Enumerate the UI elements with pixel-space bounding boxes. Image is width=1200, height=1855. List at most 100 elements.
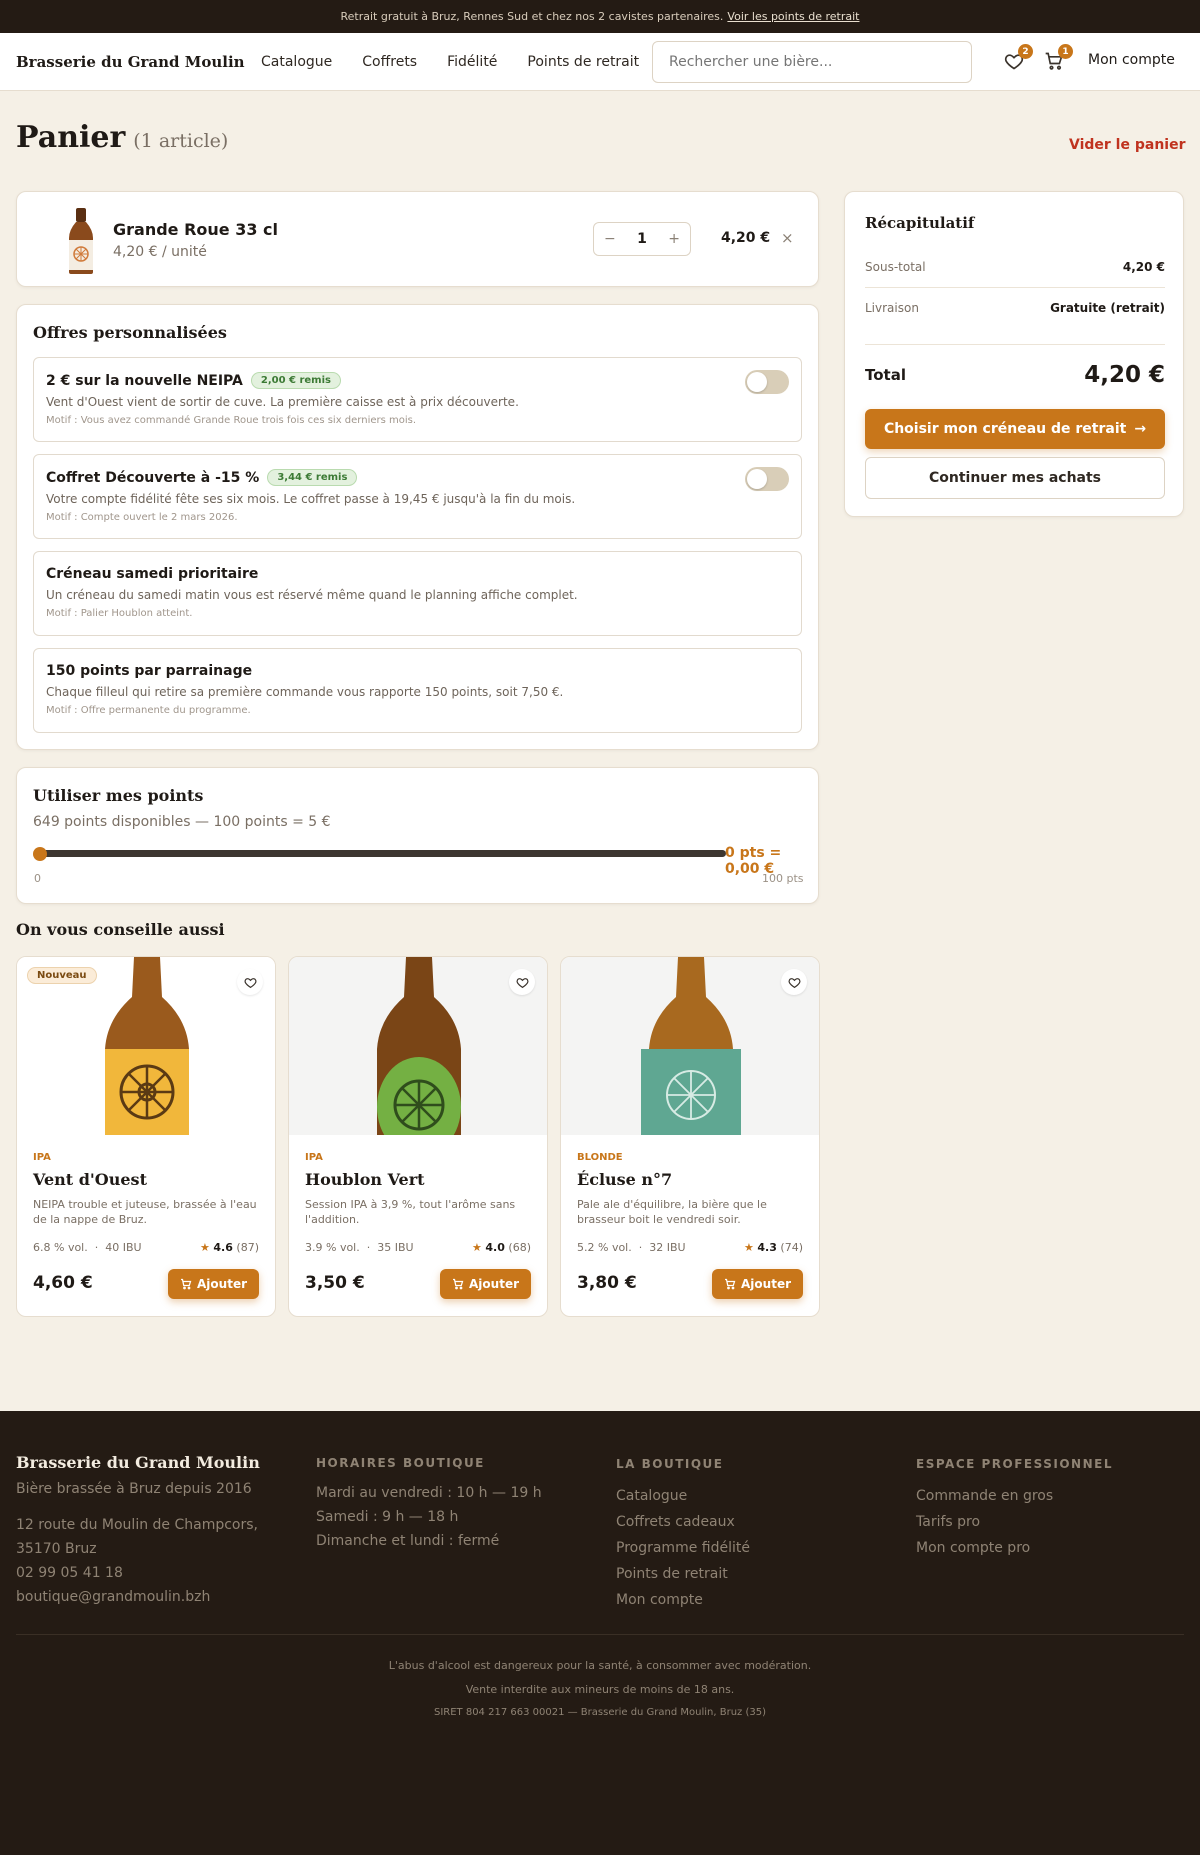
loyalty-points-card: Utiliser mes points 649 points disponibl…: [16, 767, 819, 904]
pickup-points-link[interactable]: Voir les points de retrait: [727, 10, 859, 23]
product-card[interactable]: Nouveau IPA Vent d'Ouest NEIPA trouble e…: [16, 956, 276, 1317]
points-title: Utiliser mes points: [33, 786, 204, 805]
add-to-cart-button[interactable]: Ajouter: [168, 1269, 259, 1299]
add-label: Ajouter: [197, 1277, 247, 1291]
review-count: (74): [780, 1241, 803, 1254]
footer-link-wholesale[interactable]: Commande en gros: [916, 1483, 1186, 1509]
offers-title: Offres personnalisées: [33, 323, 227, 342]
wishlist-toggle[interactable]: [509, 969, 535, 995]
offer-motif: Motif : Vous avez commandé Grande Roue t…: [46, 415, 417, 426]
product-abv: 3.9 % vol.: [305, 1241, 360, 1254]
wishlist-count-badge: 2: [1018, 44, 1033, 59]
footer-brand: Brasserie du Grand Moulin: [16, 1453, 260, 1472]
cart-item-card: Grande Roue 33 cl 4,20 € / unité − 1 + 4…: [16, 191, 819, 287]
subtotal-row: Sous-total 4,20 €: [865, 260, 1165, 274]
remove-item-icon[interactable]: ×: [781, 229, 794, 247]
add-to-cart-button[interactable]: Ajouter: [440, 1269, 531, 1299]
slider-min-label: 0: [34, 872, 41, 885]
product-name[interactable]: Vent d'Ouest: [33, 1170, 147, 1189]
footer-tagline: Bière brassée à Bruz depuis 2016: [16, 1481, 252, 1497]
quantity-value[interactable]: 1: [637, 231, 647, 247]
offer-title: 2 € sur la nouvelle NEIPA: [46, 372, 243, 389]
wishlist-toggle[interactable]: [237, 969, 263, 995]
points-slider-track[interactable]: [36, 850, 726, 857]
nav-catalogue[interactable]: Catalogue: [261, 54, 332, 70]
offer-description: Vent d'Ouest vient de sortir de cuve. La…: [46, 395, 519, 409]
product-abv: 5.2 % vol.: [577, 1241, 632, 1254]
announcement-text: Retrait gratuit à Bruz, Rennes Sud et ch…: [340, 10, 724, 23]
footer-link-points-retrait[interactable]: Points de retrait: [616, 1561, 886, 1587]
quantity-stepper: − 1 +: [593, 222, 691, 256]
star-icon: ★: [200, 1241, 210, 1254]
nav-points-retrait[interactable]: Points de retrait: [527, 54, 639, 70]
subtotal-label: Sous-total: [865, 260, 926, 274]
product-price: 3,50 €: [305, 1273, 365, 1293]
clear-cart-button[interactable]: Vider le panier: [1069, 137, 1185, 153]
offer-toggle[interactable]: [745, 467, 789, 491]
cart-icon: [725, 1278, 736, 1290]
product-card[interactable]: BLONDE Écluse n°7 Pale ale d'équilibre, …: [560, 956, 820, 1317]
offer-title: Coffret Découverte à -15 %: [46, 469, 260, 486]
offer-discount-badge: 2,00 € remis: [250, 372, 341, 389]
footer-hours-column: HORAIRES BOUTIQUE Mardi au vendredi : 10…: [316, 1451, 586, 1553]
footer-link-catalogue[interactable]: Catalogue: [616, 1483, 886, 1509]
main-nav: Catalogue Coffrets Fidélité Points de re…: [261, 54, 639, 70]
site-header: Brasserie du Grand Moulin Catalogue Coff…: [0, 33, 1200, 91]
footer-hours-title: HORAIRES BOUTIQUE: [316, 1456, 485, 1470]
product-description: NEIPA trouble et juteuse, brassée à l'ea…: [33, 1198, 257, 1226]
offer-toggle[interactable]: [745, 370, 789, 394]
account-link[interactable]: Mon compte: [1088, 52, 1175, 68]
choose-pickup-slot-button[interactable]: Choisir mon créneau de retrait →: [865, 409, 1165, 449]
add-to-cart-button[interactable]: Ajouter: [712, 1269, 803, 1299]
delivery-label: Livraison: [865, 301, 919, 315]
cart-icon: [453, 1278, 464, 1290]
product-style: IPA: [305, 1152, 323, 1163]
product-specs: 5.2 % vol. · 32 IBU: [577, 1241, 686, 1254]
footer-hours-line: Dimanche et lundi : fermé: [316, 1533, 500, 1549]
wishlist-toggle[interactable]: [781, 969, 807, 995]
nav-coffrets[interactable]: Coffrets: [362, 54, 417, 70]
footer-address: 35170 Bruz: [16, 1541, 97, 1557]
cart-button[interactable]: 1: [1044, 44, 1073, 73]
footer-phone[interactable]: 02 99 05 41 18: [16, 1561, 286, 1585]
search-input[interactable]: [652, 41, 972, 83]
legal-siret: SIRET 804 217 663 00021 — Brasserie du G…: [433, 1707, 767, 1718]
rating-value: 4.0: [485, 1241, 505, 1254]
footer-shop-column: LA BOUTIQUE Catalogue Coffrets cadeaux P…: [616, 1451, 886, 1613]
offer-title: 150 points par parrainage: [46, 663, 253, 679]
brand-logo[interactable]: Brasserie du Grand Moulin: [16, 53, 261, 71]
product-rating: ★ 4.3 (74): [744, 1241, 803, 1254]
offer-description: Votre compte fidélité fête ses six mois.…: [46, 492, 576, 506]
points-slider-handle[interactable]: [33, 847, 47, 861]
footer-link-pro-account[interactable]: Mon compte pro: [916, 1535, 1186, 1561]
nav-fidelite[interactable]: Fidélité: [447, 54, 497, 70]
continue-shopping-button[interactable]: Continuer mes achats: [865, 457, 1165, 499]
footer-address: 12 route du Moulin de Champcors,: [16, 1517, 258, 1533]
footer-hours-line: Samedi : 9 h — 18 h: [316, 1509, 459, 1525]
wishlist-button[interactable]: 2: [1004, 44, 1033, 73]
page-title-row: Panier (1 article): [16, 120, 228, 155]
footer-email[interactable]: boutique@grandmoulin.bzh: [16, 1585, 286, 1609]
product-name[interactable]: Écluse n°7: [577, 1170, 672, 1189]
arrow-right-icon: →: [1134, 421, 1147, 437]
footer-brand-column: Brasserie du Grand Moulin Bière brassée …: [16, 1451, 286, 1609]
product-ibu: 35 IBU: [377, 1241, 414, 1254]
footer-link-pro-prices[interactable]: Tarifs pro: [916, 1509, 1186, 1535]
footer-link-fidelite[interactable]: Programme fidélité: [616, 1535, 886, 1561]
increase-quantity-button[interactable]: +: [668, 231, 680, 247]
subtotal-value: 4,20 €: [1122, 260, 1165, 274]
cart-item-name[interactable]: Grande Roue 33 cl: [113, 220, 278, 239]
footer-link-coffrets[interactable]: Coffrets cadeaux: [616, 1509, 886, 1535]
offer-motif: Motif : Compte ouvert le 2 mars 2026.: [46, 512, 238, 523]
cart-item-count: (1 article): [133, 130, 229, 152]
rating-value: 4.6: [213, 1241, 233, 1254]
decrease-quantity-button[interactable]: −: [604, 231, 616, 247]
offer-motif: Motif : Offre permanente du programme.: [46, 705, 251, 716]
footer-divider: [16, 1634, 1184, 1635]
product-description: Pale ale d'équilibre, la bière que le br…: [577, 1198, 767, 1226]
footer-link-account[interactable]: Mon compte: [616, 1587, 886, 1613]
product-card[interactable]: IPA Houblon Vert Session IPA à 3,9 %, to…: [288, 956, 548, 1317]
add-label: Ajouter: [469, 1277, 519, 1291]
product-name[interactable]: Houblon Vert: [305, 1170, 425, 1189]
cart-item-total: 4,20 €: [721, 230, 771, 246]
